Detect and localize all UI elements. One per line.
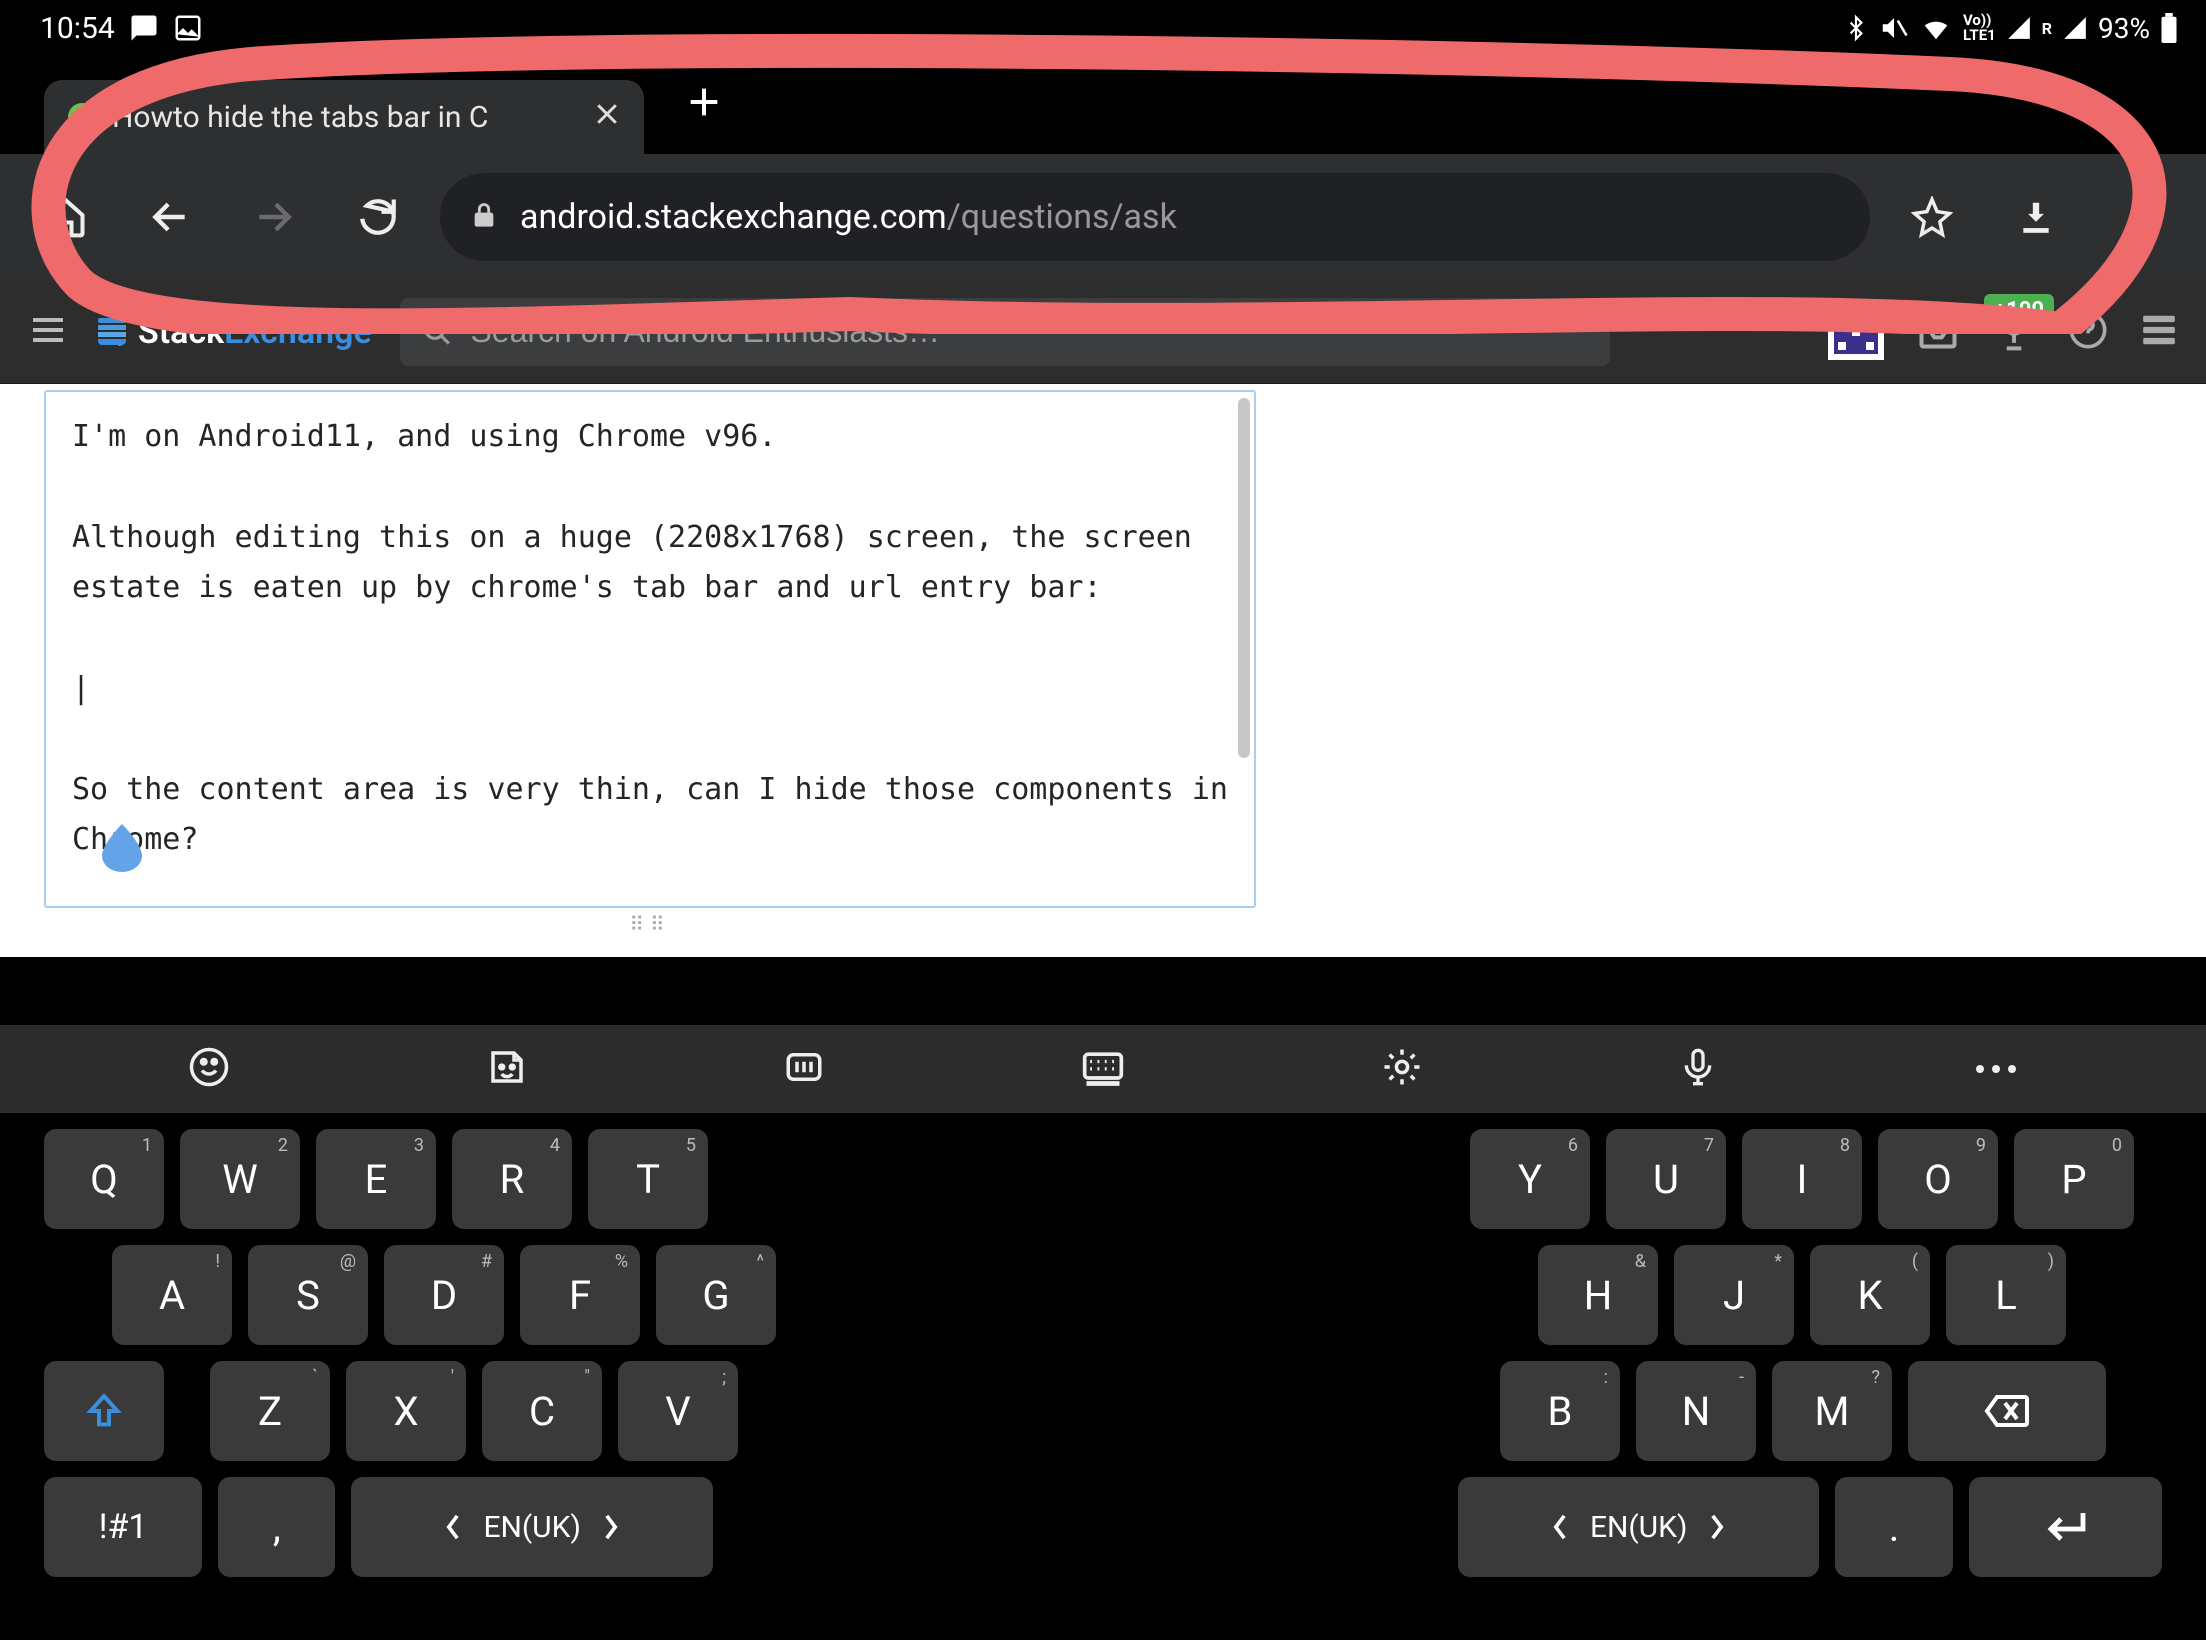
site-search-input[interactable] [470,313,1587,350]
language-key-right[interactable]: EN(UK) [1458,1477,1819,1577]
close-tab-button[interactable] [592,99,622,135]
emoji-button[interactable] [188,1046,230,1092]
key-q[interactable]: Q1 [44,1129,164,1229]
inbox-button[interactable] [1916,308,1960,356]
sticker-button[interactable] [486,1046,528,1092]
home-button[interactable] [24,175,108,259]
comma-key[interactable]: , [218,1477,335,1577]
signal-2-icon [2062,15,2088,41]
tab-favicon [68,103,96,131]
text-cursor-handle[interactable] [102,824,142,872]
key-g[interactable]: G^ [656,1245,776,1345]
key-o[interactable]: O9 [1878,1129,1998,1229]
key-d[interactable]: D# [384,1245,504,1345]
key-j[interactable]: J* [1674,1245,1794,1345]
url-bar[interactable]: android.stackexchange.com/questions/ask [440,173,1870,261]
site-logo[interactable]: StackExchange [96,312,372,352]
key-f[interactable]: F% [520,1245,640,1345]
new-tab-button[interactable] [684,80,724,134]
android-status-bar: 10:54 Vo))LTE1 R [0,0,2206,56]
volte-icon: Vo))LTE1 [1963,13,1996,43]
notification-image-icon [173,13,203,43]
language-key-left[interactable]: EN(UK) [351,1477,712,1577]
browser-tabstrip: Howto hide the tabs bar in C [0,56,2206,154]
browser-toolbar: android.stackexchange.com/questions/ask [0,154,2206,280]
browser-menu-button[interactable] [2098,175,2182,259]
wifi-icon [1919,13,1953,43]
help-button[interactable] [2068,310,2108,354]
key-r[interactable]: R4 [452,1129,572,1229]
achievements-button[interactable]: +100 [1992,308,2036,356]
stackexchange-icon [96,318,128,346]
tab-title: Howto hide the tabs bar in C [112,100,576,135]
key-b[interactable]: B: [1500,1361,1620,1461]
site-header: StackExchange +100 [0,280,2206,384]
site-menu-button[interactable] [28,310,68,354]
bookmark-button[interactable] [1890,175,1974,259]
key-h[interactable]: H& [1538,1245,1658,1345]
key-a[interactable]: A! [112,1245,232,1345]
symbols-key[interactable]: !#1 [44,1477,202,1577]
lock-icon [470,200,498,234]
search-icon [422,316,453,348]
key-c[interactable]: C" [482,1361,602,1461]
battery-percentage: 93% [2098,12,2150,45]
enter-key[interactable] [1969,1477,2162,1577]
mute-icon [1879,13,1909,43]
keyboard-toolbar [0,1025,2206,1113]
reload-button[interactable] [336,175,420,259]
key-p[interactable]: P0 [2014,1129,2134,1229]
roaming-icon: R [2042,19,2052,38]
editor-text[interactable]: I'm on Android11, and using Chrome v96. … [46,392,1254,906]
editor-scrollbar[interactable] [1238,398,1250,758]
signal-1-icon [2006,15,2032,41]
bluetooth-icon [1843,13,1869,43]
key-u[interactable]: U7 [1606,1129,1726,1229]
gif-button[interactable] [783,1046,825,1092]
key-s[interactable]: S@ [248,1245,368,1345]
site-switcher-button[interactable] [2140,311,2178,353]
status-time: 10:54 [40,11,115,46]
editor-resize-handle[interactable]: ⠿⠿ [44,908,1256,940]
post-body-editor[interactable]: I'm on Android11, and using Chrome v96. … [44,390,1256,908]
browser-tab[interactable]: Howto hide the tabs bar in C [44,80,644,154]
software-keyboard: Q1W2E3R4T5Y6U7I8O9P0 A!S@D#F%G^H&J*K(L) … [0,1025,2206,1640]
browser-chrome: Howto hide the tabs bar in C [0,56,2206,280]
key-t[interactable]: T5 [588,1129,708,1229]
forward-button[interactable] [232,175,316,259]
key-y[interactable]: Y6 [1470,1129,1590,1229]
downloads-button[interactable] [1994,175,2078,259]
key-e[interactable]: E3 [316,1129,436,1229]
user-avatar[interactable] [1828,304,1884,360]
notification-message-icon [129,13,159,43]
page-content: I'm on Android11, and using Chrome v96. … [0,384,2206,957]
key-m[interactable]: M? [1772,1361,1892,1461]
site-search[interactable] [400,298,1610,366]
key-i[interactable]: I8 [1742,1129,1862,1229]
reputation-badge: +100 [1984,294,2054,327]
keyboard-more-button[interactable] [1974,1060,2018,1079]
url-text: android.stackexchange.com/questions/ask [520,197,1177,237]
period-key[interactable]: . [1835,1477,1952,1577]
key-x[interactable]: X' [346,1361,466,1461]
key-v[interactable]: V; [618,1361,738,1461]
shift-key[interactable] [44,1361,164,1461]
voice-input-button[interactable] [1678,1045,1718,1093]
keyboard-layout-button[interactable] [1081,1045,1125,1093]
key-w[interactable]: W2 [180,1129,300,1229]
battery-icon [2160,13,2178,43]
key-n[interactable]: N- [1636,1361,1756,1461]
key-k[interactable]: K( [1810,1245,1930,1345]
back-button[interactable] [128,175,212,259]
key-l[interactable]: L) [1946,1245,2066,1345]
key-z[interactable]: Z` [210,1361,330,1461]
backspace-key[interactable] [1908,1361,2106,1461]
keyboard-settings-button[interactable] [1381,1046,1423,1092]
